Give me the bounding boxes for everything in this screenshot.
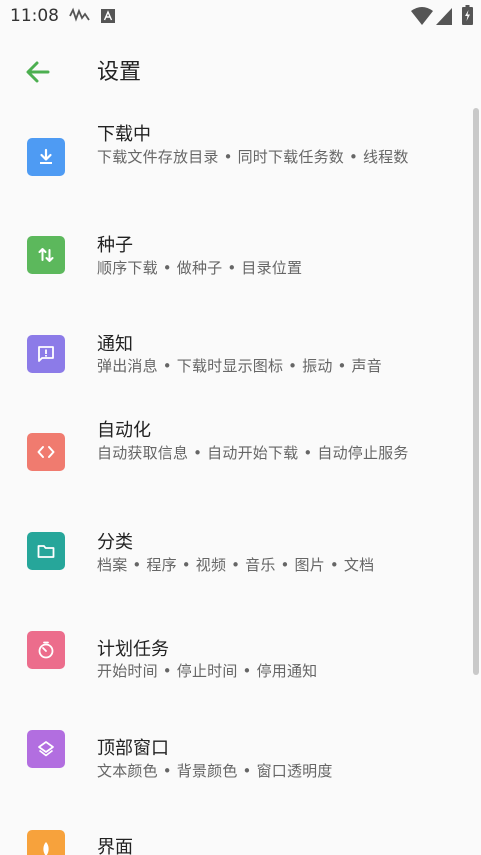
page-title: 设置 xyxy=(97,60,142,85)
signal-activity-icon xyxy=(69,6,91,30)
settings-item-notification[interactable]: 通知 弹出消息 • 下载时显示图标 • 振动 • 声音 xyxy=(0,306,470,406)
settings-item-icon-box xyxy=(27,335,65,373)
settings-item-summary: 弹出消息 • 下载时显示图标 • 振动 • 声音 xyxy=(97,357,382,375)
settings-item-title: 下载中 xyxy=(97,124,151,145)
app-bar: 设置 xyxy=(0,32,481,108)
settings-item-icon-box xyxy=(27,236,65,274)
settings-item-torrent[interactable]: 种子 顺序下载 • 做种子 • 目录位置 xyxy=(0,208,470,306)
settings-item-summary: 顺序下载 • 做种子 • 目录位置 xyxy=(97,259,303,277)
status-time: 11:08 xyxy=(10,6,59,26)
settings-item-icon-box xyxy=(27,433,65,471)
settings-item-title: 自动化 xyxy=(97,420,151,441)
settings-item-icon-box xyxy=(27,830,65,855)
settings-item-title: 顶部窗口 xyxy=(97,738,169,759)
settings-item-icon-box xyxy=(27,532,65,570)
settings-item-icon-box xyxy=(27,631,65,669)
battery-charging-icon xyxy=(462,5,473,29)
settings-item-summary: 文本颜色 • 背景颜色 • 窗口透明度 xyxy=(97,762,333,780)
settings-item-summary: 自动获取信息 • 自动开始下载 • 自动停止服务 xyxy=(97,444,409,462)
status-bar: 11:08 xyxy=(0,0,481,32)
settings-item-icon-box xyxy=(27,138,65,176)
settings-item-interface[interactable]: 界面 xyxy=(0,814,470,855)
settings-item-icon-box xyxy=(27,730,65,768)
cell-signal-icon xyxy=(435,6,453,30)
notification-a-icon xyxy=(101,8,115,27)
scrollbar[interactable] xyxy=(473,108,479,675)
arrow-back-icon xyxy=(20,61,56,94)
settings-item-top-window[interactable]: 顶部窗口 文本颜色 • 背景颜色 • 窗口透明度 xyxy=(0,716,470,814)
settings-item-summary: 开始时间 • 停止时间 • 停用通知 xyxy=(97,662,318,680)
settings-item-automation[interactable]: 自动化 自动获取信息 • 自动开始下载 • 自动停止服务 xyxy=(0,406,470,520)
settings-item-summary: 档案 • 程序 • 视频 • 音乐 • 图片 • 文档 xyxy=(97,556,375,574)
settings-item-summary: 下载文件存放目录 • 同时下载任务数 • 线程数 xyxy=(97,148,409,166)
settings-item-title: 分类 xyxy=(97,532,133,553)
settings-list: 下载中 下载文件存放目录 • 同时下载任务数 • 线程数 种子 顺序下载 • 做… xyxy=(0,108,481,855)
back-button[interactable] xyxy=(20,54,56,90)
settings-item-title: 种子 xyxy=(97,235,133,256)
settings-item-categories[interactable]: 分类 档案 • 程序 • 视频 • 音乐 • 图片 • 文档 xyxy=(0,520,470,618)
settings-item-title: 计划任务 xyxy=(97,639,169,660)
settings-item-title: 通知 xyxy=(97,334,133,355)
settings-item-title: 界面 xyxy=(97,837,133,855)
settings-item-schedule[interactable]: 计划任务 开始时间 • 停止时间 • 停用通知 xyxy=(0,618,470,716)
settings-item-downloading[interactable]: 下载中 下载文件存放目录 • 同时下载任务数 • 线程数 xyxy=(0,108,470,208)
wifi-icon xyxy=(410,6,434,30)
